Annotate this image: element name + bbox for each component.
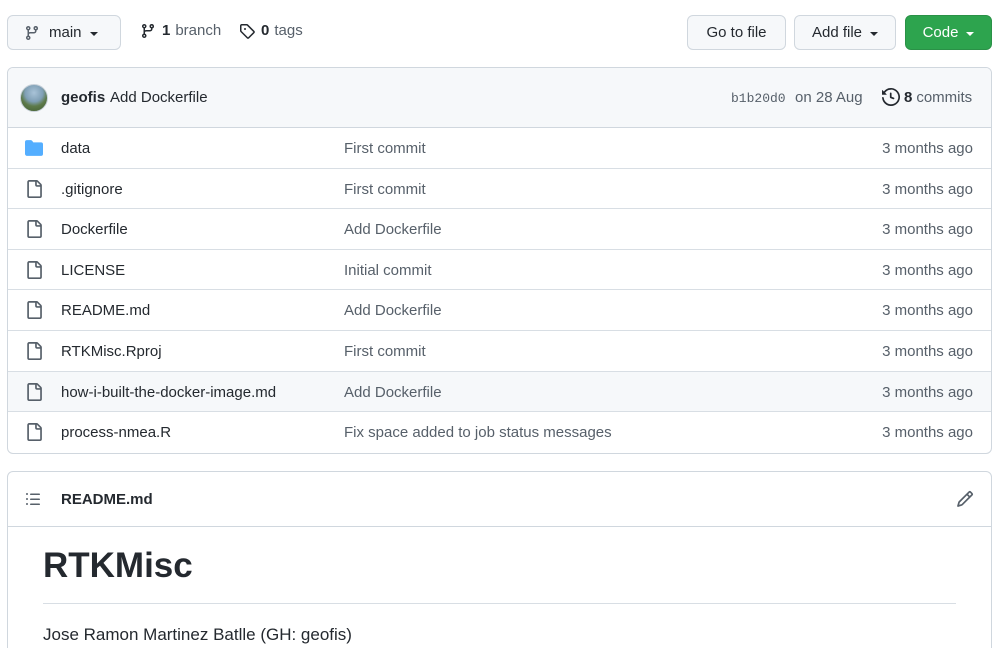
git-branch-icon [25,25,38,40]
file-name[interactable]: RTKMisc.Rproj [61,343,162,360]
file-icon [27,179,42,198]
chevron-down-icon [966,31,975,36]
branch-select-button[interactable]: main [7,15,121,50]
branch-count: 1 [162,22,171,39]
file-age: 3 months ago [882,221,973,239]
file-name[interactable]: how-i-built-the-docker-image.md [61,384,276,401]
file-age: 3 months ago [882,424,973,442]
file-age: 3 months ago [882,302,973,320]
file-name[interactable]: process-nmea.R [61,424,171,441]
tag-word: tags [274,22,303,39]
file-browser: geofis Add Dockerfile b1b20d0 on 28 Aug … [7,67,992,454]
file-commit-message[interactable]: First commit [344,343,426,360]
commit-message[interactable]: Add Dockerfile [110,89,208,106]
go-to-file-button[interactable]: Go to file [687,15,786,50]
file-commit-message[interactable]: Fix space added to job status messages [344,424,612,441]
file-name[interactable]: Dockerfile [61,221,128,238]
file-row[interactable]: LICENSE Initial commit 3 months ago [8,250,991,291]
commit-sha[interactable]: b1b20d0 [731,91,786,106]
file-icon [27,220,42,239]
commit-date: on 28 Aug [795,89,863,106]
file-row[interactable]: process-nmea.R Fix space added to job st… [8,412,991,453]
file-name[interactable]: .gitignore [61,181,123,198]
file-row[interactable]: how-i-built-the-docker-image.md Add Dock… [8,371,991,413]
file-age: 3 months ago [882,180,973,198]
file-name[interactable]: LICENSE [61,262,125,279]
commit-count: 8 [904,88,913,106]
commits-link[interactable]: 8 commits [882,88,972,106]
file-row[interactable]: Dockerfile Add Dockerfile 3 months ago [8,209,991,250]
git-branch-icon [141,23,154,38]
history-icon [882,88,900,106]
commit-word: commits [916,88,973,106]
branch-label: main [49,24,82,41]
file-icon [27,382,42,401]
tags-link[interactable]: 0 tags [239,22,303,39]
readme-paragraph: Jose Ramon Martinez Batlle (GH: geofis) [43,625,352,644]
file-age: 3 months ago [882,261,973,279]
file-row[interactable]: data First commit 3 months ago [8,128,991,169]
file-icon [27,301,42,320]
chevron-down-icon [89,31,98,36]
file-commit-message[interactable]: Add Dockerfile [344,302,442,319]
file-name[interactable]: README.md [61,302,150,319]
file-icon [27,423,42,442]
readme-body: RTKMisc Jose Ramon Martinez Batlle (GH: … [8,546,991,645]
file-row[interactable]: README.md Add Dockerfile 3 months ago [8,290,991,331]
repo-toolbar: main 1 branch 0 tags Go to file Add file… [0,0,1000,68]
latest-commit-bar: geofis Add Dockerfile b1b20d0 on 28 Aug … [8,68,991,128]
readme-header: README.md [8,472,991,527]
file-age: 3 months ago [882,383,973,401]
add-file-label: Add file [811,24,863,41]
file-commit-message[interactable]: First commit [344,140,426,157]
pencil-icon[interactable] [956,490,974,508]
commit-author[interactable]: geofis [61,89,105,106]
file-row[interactable]: RTKMisc.Rproj First commit 3 months ago [8,331,991,372]
branches-link[interactable]: 1 branch [140,22,221,39]
file-age: 3 months ago [882,140,973,157]
file-list: data First commit 3 months ago .gitignor… [8,128,991,453]
file-commit-message[interactable]: Add Dockerfile [344,221,442,238]
folder-icon [25,140,43,156]
readme-panel: README.md RTKMisc Jose Ramon Martinez Ba… [7,471,992,648]
file-commit-message[interactable]: First commit [344,181,426,198]
tag-icon [240,23,255,39]
avatar[interactable] [20,84,48,112]
file-icon [27,341,42,360]
branch-word: branch [175,22,222,39]
tag-count: 0 [261,22,270,39]
list-icon[interactable] [25,491,41,507]
readme-filename[interactable]: README.md [61,491,153,508]
code-label: Code [922,24,959,41]
readme-heading: RTKMisc [43,546,956,604]
file-commit-message[interactable]: Add Dockerfile [344,384,442,401]
file-row[interactable]: .gitignore First commit 3 months ago [8,169,991,210]
code-button[interactable]: Code [905,15,992,50]
file-icon [27,260,42,279]
add-file-button[interactable]: Add file [794,15,896,50]
file-commit-message[interactable]: Initial commit [344,262,432,279]
chevron-down-icon [870,31,879,36]
file-name[interactable]: data [61,140,90,157]
file-age: 3 months ago [882,342,973,360]
